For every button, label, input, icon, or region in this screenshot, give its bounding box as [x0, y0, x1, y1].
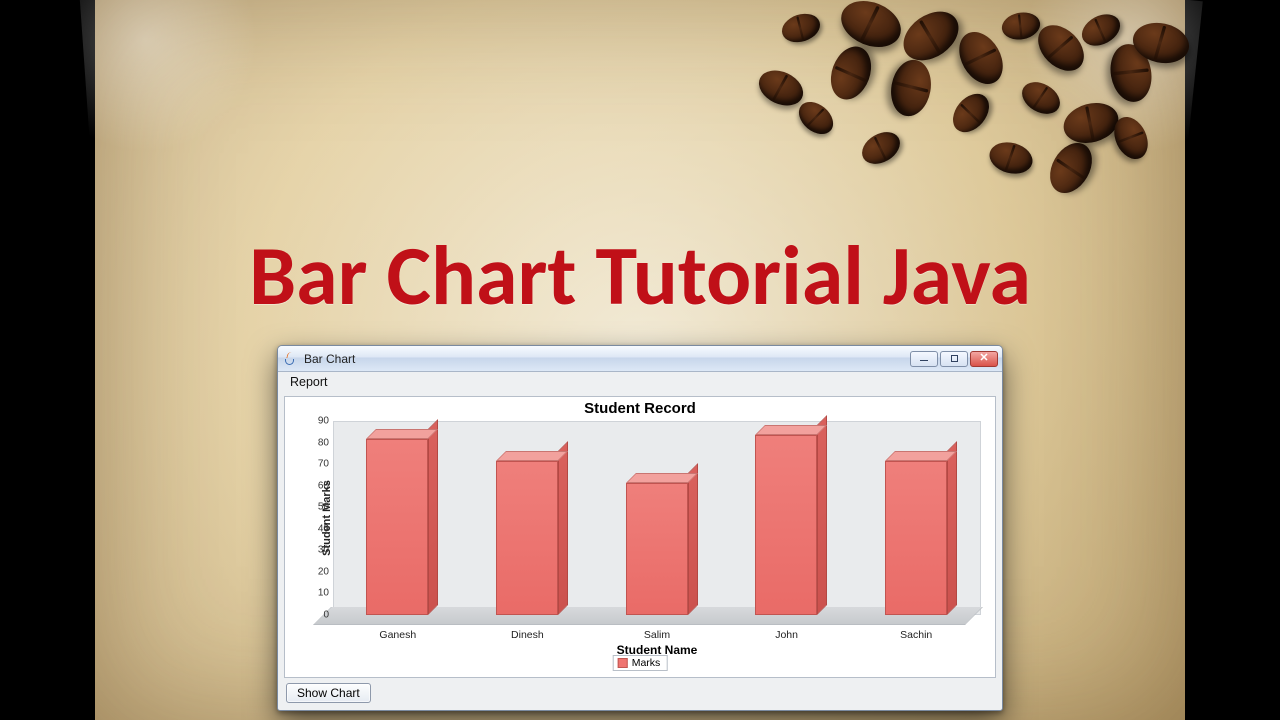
chart-xtick: Dinesh [511, 629, 544, 641]
chart-ytick: 70 [305, 459, 329, 470]
chart-ytick: 0 [305, 610, 329, 621]
chart-panel: Student Record Student Marks Student Nam… [284, 396, 996, 678]
app-window: Bar Chart ✕ Report Student Record Studen… [277, 345, 1003, 711]
chart-bar [626, 483, 688, 615]
chart-xtick: Sachin [900, 629, 932, 641]
chart-ytick: 20 [305, 566, 329, 577]
chart-bars [333, 421, 981, 615]
window-client-area: Student Record Student Marks Student Nam… [278, 392, 1002, 710]
chart-title: Student Record [285, 397, 995, 418]
chart-bar [885, 461, 947, 615]
close-button[interactable]: ✕ [970, 351, 998, 367]
show-chart-button[interactable]: Show Chart [286, 683, 371, 703]
chart-legend: Marks [613, 655, 668, 671]
java-icon [284, 352, 298, 366]
chart-ytick: 90 [305, 416, 329, 427]
chart-bar [496, 461, 558, 615]
menubar: Report [278, 372, 1002, 392]
window-titlebar[interactable]: Bar Chart ✕ [278, 346, 1002, 372]
slide-stage: Bar Chart Tutorial Java Hindi Bar Chart … [95, 0, 1185, 720]
chart-bar [755, 435, 817, 615]
slide-title-line1: Bar Chart Tutorial Java [249, 224, 1031, 327]
chart-xtick: Salim [644, 629, 670, 641]
chart-bar [366, 439, 428, 615]
chart-xtick: John [775, 629, 798, 641]
chart-ytick: 40 [305, 523, 329, 534]
button-row: Show Chart [284, 678, 996, 706]
chart-ytick: 10 [305, 588, 329, 599]
chart-ytick: 30 [305, 545, 329, 556]
chart-xtick: Ganesh [379, 629, 416, 641]
chart-ytick: 80 [305, 437, 329, 448]
minimize-button[interactable] [910, 351, 938, 367]
chart-ytick: 50 [305, 502, 329, 513]
menu-report[interactable]: Report [284, 374, 334, 390]
chart-plot-area: Student Marks Student Name 0102030405060… [333, 421, 981, 615]
legend-label: Marks [632, 657, 661, 669]
window-title: Bar Chart [304, 352, 355, 366]
maximize-button[interactable] [940, 351, 968, 367]
legend-swatch [618, 658, 628, 668]
window-controls: ✕ [908, 351, 998, 367]
chart-ytick: 60 [305, 480, 329, 491]
